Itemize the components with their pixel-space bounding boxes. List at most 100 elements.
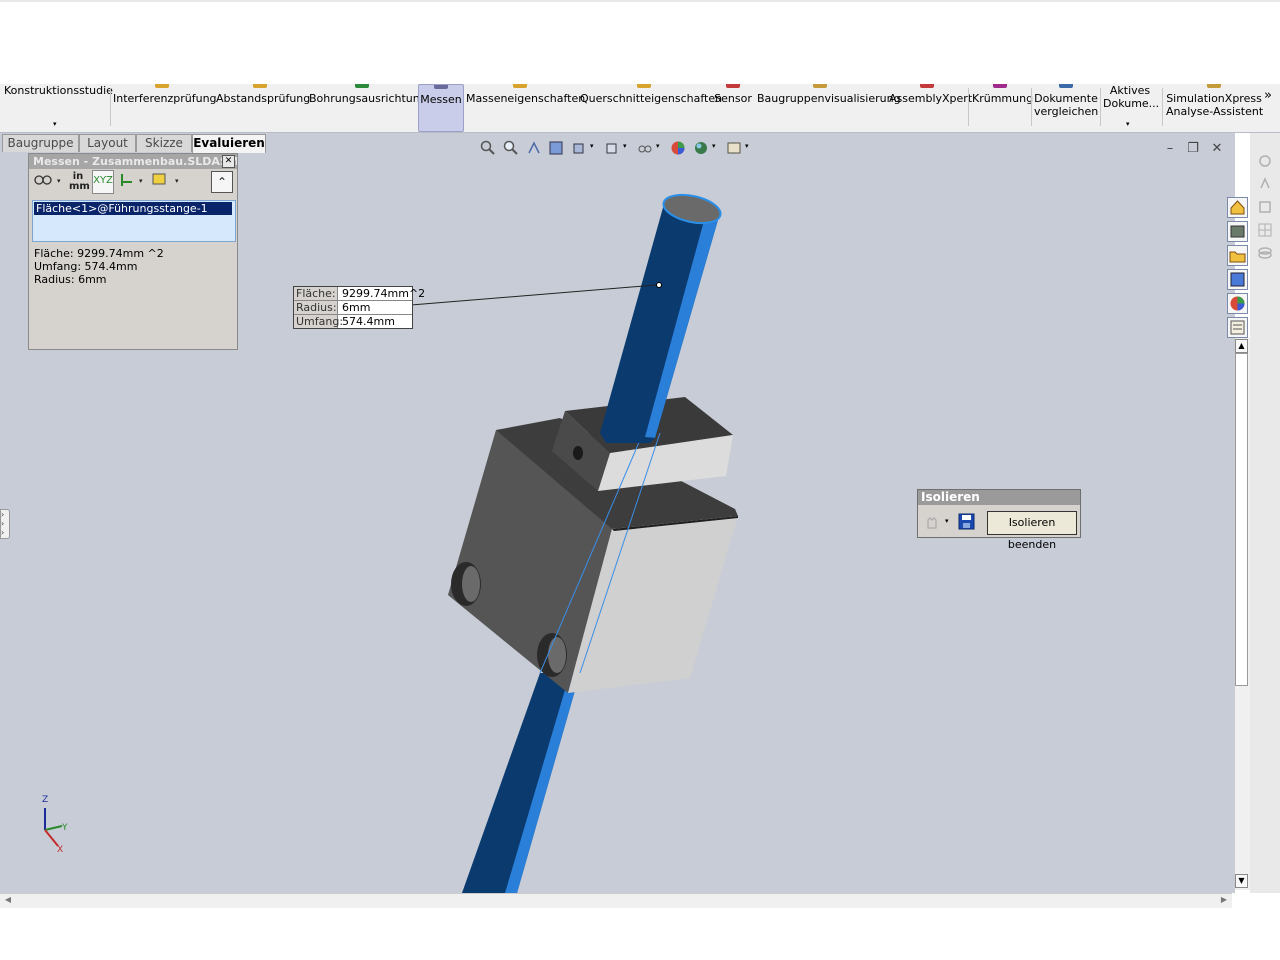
interferenzpruefung-button[interactable]: Interferenzprüfung	[113, 84, 217, 130]
layers-icon[interactable]	[1257, 245, 1273, 261]
scroll-down-icon[interactable]: ▼	[1235, 874, 1248, 888]
callout-row-perimeter: Umfang: 574.4mm	[294, 315, 412, 328]
ribbon-label: AssemblyXpert	[889, 92, 973, 105]
assemblyxpert-button[interactable]: AssemblyXpert	[889, 84, 973, 130]
design-library-icon[interactable]	[1227, 221, 1248, 242]
bohrungsausrichtung-button[interactable]: Bohrungsausrichtung	[309, 84, 427, 130]
zoom-to-area-icon[interactable]	[503, 140, 519, 156]
top-blank-area	[0, 0, 1280, 84]
mass-properties-icon	[513, 84, 527, 88]
vertical-scroll-thumb[interactable]	[1235, 353, 1248, 686]
dropdown-arrow-icon[interactable]: ▾	[53, 118, 57, 131]
ribbon-separator	[1100, 88, 1101, 126]
tab-skizze[interactable]: Skizze	[136, 134, 192, 152]
dropdown-arrow-icon[interactable]: ▾	[745, 142, 749, 150]
solidworks-resources-icon[interactable]	[1227, 197, 1248, 218]
result-perimeter: Umfang: 574.4mm	[34, 260, 138, 273]
dropdown-arrow-icon[interactable]: ▾	[1126, 118, 1130, 131]
display-style-icon[interactable]	[604, 140, 620, 156]
dropdown-arrow-icon[interactable]: ▾	[175, 176, 179, 196]
callout-value: 9299.74mm^2	[342, 287, 426, 300]
measure-pick-point[interactable]	[656, 282, 662, 288]
bottom-blank-area	[0, 908, 1280, 960]
view-palette-icon[interactable]	[1227, 269, 1248, 290]
arc-circle-measure-icon[interactable]	[34, 172, 52, 192]
ribbon-separator	[1031, 88, 1032, 126]
bore-hole-2-inner	[548, 637, 566, 673]
feature-manager-toggle[interactable]: › › ›	[0, 509, 10, 539]
units-precision-icon[interactable]: in mm	[69, 172, 90, 192]
querschnitteigenschaften-button[interactable]: Querschnitteigenschaften	[580, 84, 723, 130]
edit-appearance-icon[interactable]	[670, 140, 686, 156]
ribbon-label: Krümmung	[972, 92, 1034, 105]
section-view-icon[interactable]	[548, 140, 564, 156]
kruemmung-button[interactable]: Krümmung	[972, 84, 1034, 130]
point-to-point-icon[interactable]	[118, 172, 136, 192]
copy-view-icon[interactable]	[1257, 199, 1273, 215]
rotate-icon[interactable]	[1257, 153, 1273, 169]
ribbon-label: Konstruktionsstudie	[4, 84, 113, 97]
previous-view-icon[interactable]	[526, 140, 542, 156]
masseneigenschaften-button[interactable]: Masseneigenschaften	[466, 84, 586, 130]
dropdown-arrow-icon[interactable]: ▾	[945, 517, 949, 525]
restore-button[interactable]: ❐	[1186, 142, 1200, 156]
dropdown-arrow-icon[interactable]: ▾	[139, 176, 143, 196]
zoom-to-fit-icon[interactable]	[480, 140, 496, 156]
aktives-dokument-button[interactable]: Aktives Dokume... ▾	[1103, 84, 1159, 131]
measure-selection-list[interactable]: Fläche<1>@Führungsstange-1	[32, 200, 236, 242]
appearances-icon[interactable]	[1227, 293, 1248, 314]
close-button[interactable]: ✕	[1210, 142, 1224, 156]
view-settings-icon[interactable]	[726, 140, 742, 156]
hide-show-items-icon[interactable]	[637, 140, 653, 156]
horizontal-scrollbar[interactable]	[0, 893, 1232, 908]
callout-value: 6mm	[342, 301, 371, 314]
scroll-left-icon[interactable]: ◀	[2, 894, 14, 906]
measure-dialog: Messen - Zusammenbau.SLDASM ✕ ▾ in mm XY…	[28, 153, 238, 350]
dropdown-arrow-icon[interactable]: ▾	[57, 176, 61, 196]
exit-isolate-button[interactable]: Isolieren beenden	[987, 511, 1077, 551]
dokumente-vergleichen-button[interactable]: Dokumente vergleichen	[1034, 84, 1098, 130]
baugruppenvisualisierung-button[interactable]: Baugruppenvisualisierung	[757, 84, 901, 130]
isolate-title[interactable]: Isolieren	[918, 490, 1080, 505]
apply-scene-icon[interactable]	[693, 140, 709, 156]
xyz-measure-icon[interactable]: XYZ	[92, 170, 114, 194]
dropdown-arrow-icon[interactable]: ▾	[656, 142, 660, 150]
display-pane-hand-icon[interactable]	[924, 514, 940, 530]
ribbon-label: Bohrungsausrichtung	[309, 92, 427, 105]
tab-baugruppe[interactable]: Baugruppe	[2, 134, 79, 152]
grid-view-icon[interactable]	[1257, 222, 1273, 238]
save-icon[interactable]	[958, 513, 975, 530]
minimize-button[interactable]: –	[1163, 142, 1177, 156]
ribbon-separator	[1162, 88, 1163, 126]
scroll-right-icon[interactable]: ▶	[1218, 894, 1230, 906]
simulationxpress-button[interactable]: SimulationXpress Analyse-Assistent	[1166, 84, 1263, 130]
task-pane-strip	[1250, 133, 1280, 893]
callout-key: Radius:	[294, 301, 338, 314]
tab-evaluieren[interactable]: Evaluieren	[192, 134, 266, 153]
dropdown-arrow-icon[interactable]: ▾	[712, 142, 716, 150]
ribbon-overflow-button[interactable]: »	[1264, 88, 1272, 103]
ribbon-label: Masseneigenschaften	[466, 92, 586, 105]
dropdown-arrow-icon[interactable]: ▾	[590, 142, 594, 150]
messen-button[interactable]: Messen	[418, 84, 464, 132]
sensor-button[interactable]: Sensor	[713, 84, 753, 130]
sensor-icon	[726, 84, 740, 88]
scroll-up-icon[interactable]: ▲	[1235, 339, 1248, 353]
measurement-history-icon[interactable]	[152, 172, 168, 192]
konstruktionsstudie-button[interactable]: Konstruktionsstudie ▾	[4, 84, 113, 131]
ribbon-label: Baugruppenvisualisierung	[757, 92, 901, 105]
selected-face-item[interactable]: Fläche<1>@Führungsstange-1	[34, 202, 232, 215]
custom-properties-icon[interactable]	[1227, 317, 1248, 338]
measure-callout: Fläche: 9299.74mm^2 Radius: 6mm Umfang: …	[293, 286, 425, 329]
tab-layout[interactable]: Layout	[79, 134, 136, 152]
dropdown-arrow-icon[interactable]: ▾	[623, 142, 627, 150]
pan-icon[interactable]	[1257, 176, 1273, 192]
view-orientation-icon[interactable]	[571, 140, 587, 156]
ribbon-label: Querschnitteigenschaften	[580, 92, 723, 105]
file-explorer-icon[interactable]	[1227, 245, 1248, 266]
measure-close-icon[interactable]: ✕	[222, 155, 235, 168]
abstandspruefung-button[interactable]: Abstandsprüfung	[216, 84, 310, 130]
collapse-panel-icon[interactable]: ⌃	[211, 171, 233, 193]
measure-dialog-title[interactable]: Messen - Zusammenbau.SLDASM	[29, 154, 237, 169]
commandmanager-ribbon: Konstruktionsstudie ▾ Interferenzprüfung…	[0, 84, 1280, 133]
